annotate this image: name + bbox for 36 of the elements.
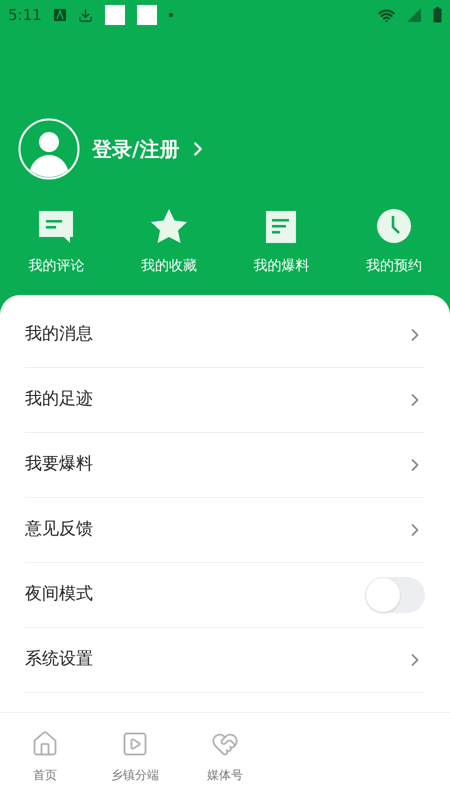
clock-icon: [376, 208, 412, 244]
menu-label: 我的足迹: [25, 388, 93, 412]
notification-icon: [104, 5, 125, 25]
notification-icon: [54, 9, 66, 21]
nav-tab[interactable]: 首页: [0, 713, 90, 800]
download-icon: [78, 8, 93, 22]
shortcut-button[interactable]: 我的收藏: [112, 202, 225, 281]
signal-icon: [407, 8, 421, 22]
menu-label: 我要爆料: [25, 453, 93, 476]
menu-label: 我的消息: [25, 323, 93, 346]
menu-item[interactable]: 意见反馈: [25, 498, 425, 563]
play-icon: [121, 730, 149, 758]
shortcut-button[interactable]: 我的爆料: [225, 202, 338, 281]
login-link[interactable]: 登录/注册: [92, 134, 210, 164]
menu-label: 系统设置: [25, 648, 93, 672]
nav-tab[interactable]: 乡镇分端: [90, 713, 180, 800]
menu-item[interactable]: 我的足迹: [25, 368, 425, 433]
document-icon: [265, 210, 298, 244]
menu-item[interactable]: 我要爆料: [25, 433, 425, 498]
menu-item[interactable]: 夜间模式: [25, 563, 425, 628]
star-icon: [150, 208, 188, 244]
night-mode-switch[interactable]: [365, 577, 425, 613]
battery-icon: [433, 7, 442, 23]
comment-icon: [38, 210, 74, 244]
menu-item[interactable]: 系统设置: [25, 628, 425, 693]
menu-label: 意见反馈: [25, 518, 93, 542]
menu-item[interactable]: 我的消息: [25, 303, 425, 368]
notification-icon: [136, 5, 157, 25]
menu-label: 夜间模式: [25, 583, 93, 606]
wifi-icon: [378, 6, 395, 24]
shortcut-button[interactable]: 我的评论: [0, 202, 112, 281]
home-icon: [31, 730, 59, 758]
nav-tab[interactable]: 媒体号: [180, 713, 270, 800]
status-time: 5:11: [8, 4, 42, 26]
avatar-icon: [18, 118, 80, 180]
shortcut-button[interactable]: 我的预约: [338, 202, 450, 281]
